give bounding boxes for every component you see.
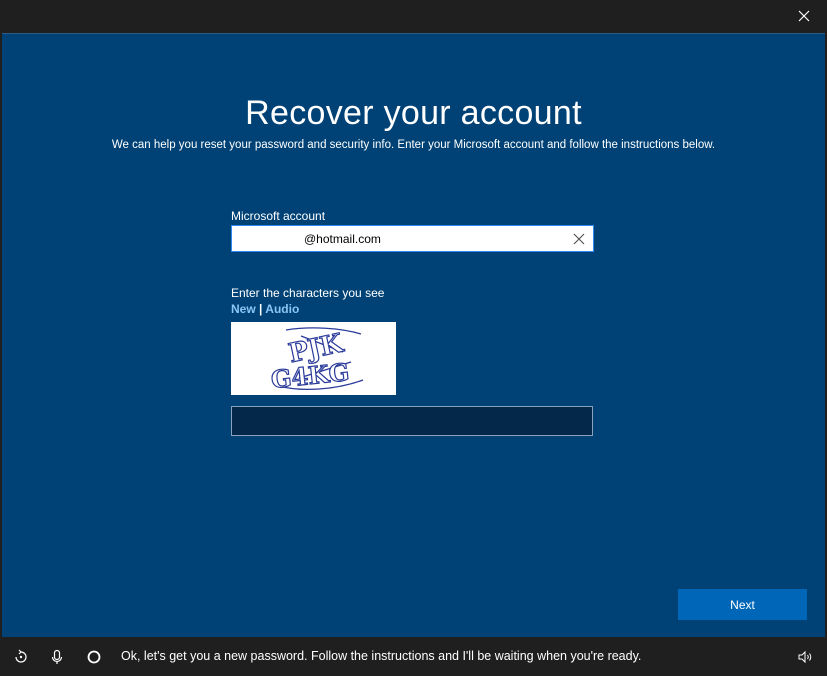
new-captcha-link[interactable]: New [231, 302, 256, 316]
close-icon [798, 10, 810, 22]
audio-captcha-link[interactable]: Audio [265, 302, 299, 316]
microphone-icon[interactable] [49, 649, 65, 665]
account-input[interactable]: @hotmail.com [231, 225, 594, 252]
account-input-value: @hotmail.com [304, 232, 381, 246]
page-subtitle: We can help you reset your password and … [111, 139, 716, 151]
captcha-input[interactable] [231, 406, 593, 436]
title-bar [0, 0, 827, 33]
ease-of-access-icon[interactable] [13, 649, 29, 665]
volume-icon[interactable] [797, 649, 813, 665]
captcha-image: PJK G4KG [231, 322, 396, 395]
recovery-panel: Recover your account We can help you res… [2, 33, 825, 638]
clear-icon[interactable] [571, 231, 587, 247]
captcha-label: Enter the characters you see [231, 286, 385, 300]
close-button[interactable] [781, 0, 827, 32]
captcha-links: New | Audio [231, 302, 299, 316]
page-title: Recover your account [245, 94, 582, 132]
cortana-bar: Ok, let's get you a new password. Follow… [0, 637, 827, 676]
next-button[interactable]: Next [678, 589, 807, 620]
cortana-message: Ok, let's get you a new password. Follow… [121, 649, 642, 663]
link-separator: | [259, 302, 263, 316]
cortana-circle-icon[interactable] [86, 649, 102, 665]
account-label: Microsoft account [231, 209, 326, 223]
